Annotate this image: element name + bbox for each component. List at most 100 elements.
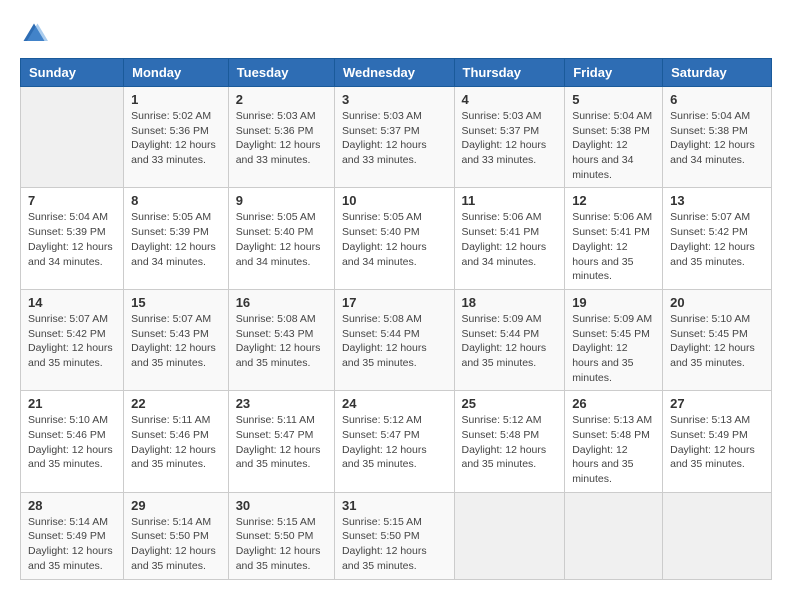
day-number: 30 [236, 498, 327, 513]
day-info: Sunrise: 5:04 AMSunset: 5:39 PMDaylight:… [28, 210, 116, 269]
calendar-cell: 6 Sunrise: 5:04 AMSunset: 5:38 PMDaylight… [663, 87, 772, 188]
logo [20, 20, 52, 48]
day-info: Sunrise: 5:11 AMSunset: 5:46 PMDaylight:… [131, 413, 221, 472]
day-info: Sunrise: 5:12 AMSunset: 5:48 PMDaylight:… [462, 413, 558, 472]
day-number: 10 [342, 193, 447, 208]
day-number: 3 [342, 92, 447, 107]
day-info: Sunrise: 5:05 AMSunset: 5:39 PMDaylight:… [131, 210, 221, 269]
day-info: Sunrise: 5:14 AMSunset: 5:49 PMDaylight:… [28, 515, 116, 574]
day-number: 17 [342, 295, 447, 310]
day-info: Sunrise: 5:03 AMSunset: 5:36 PMDaylight:… [236, 109, 327, 168]
day-number: 13 [670, 193, 764, 208]
calendar-cell: 2Sunrise: 5:03 AMSunset: 5:36 PMDaylight… [228, 87, 334, 188]
day-info: Sunrise: 5:12 AMSunset: 5:47 PMDaylight:… [342, 413, 447, 472]
calendar-cell: 11 Sunrise: 5:06 AMSunset: 5:41 PMDayligh… [454, 188, 565, 289]
day-info: Sunrise: 5:13 AMSunset: 5:48 PMDaylight:… [572, 413, 655, 486]
header-thursday: Thursday [454, 59, 565, 87]
day-info: Sunrise: 5:15 AMSunset: 5:50 PMDaylight:… [236, 515, 327, 574]
day-info: Sunrise: 5:07 AMSunset: 5:43 PMDaylight:… [131, 312, 221, 371]
calendar-cell: 7 Sunrise: 5:04 AMSunset: 5:39 PMDaylight… [21, 188, 124, 289]
calendar-cell [454, 492, 565, 579]
day-info: Sunrise: 5:07 AMSunset: 5:42 PMDaylight:… [28, 312, 116, 371]
day-number: 31 [342, 498, 447, 513]
calendar-cell [565, 492, 663, 579]
calendar-cell: 20Sunrise: 5:10 AMSunset: 5:45 PMDayligh… [663, 289, 772, 390]
day-info: Sunrise: 5:08 AMSunset: 5:43 PMDaylight:… [236, 312, 327, 371]
day-number: 9 [236, 193, 327, 208]
calendar-cell: 19 Sunrise: 5:09 AMSunset: 5:45 PMDayligh… [565, 289, 663, 390]
day-number: 15 [131, 295, 221, 310]
day-info: Sunrise: 5:14 AMSunset: 5:50 PMDaylight:… [131, 515, 221, 574]
day-info: Sunrise: 5:05 AMSunset: 5:40 PMDaylight:… [342, 210, 447, 269]
calendar-cell: 9 Sunrise: 5:05 AMSunset: 5:40 PMDaylight… [228, 188, 334, 289]
day-number: 11 [462, 193, 558, 208]
calendar-cell: 4 Sunrise: 5:03 AMSunset: 5:37 PMDaylight… [454, 87, 565, 188]
day-number: 25 [462, 396, 558, 411]
day-info: Sunrise: 5:03 AMSunset: 5:37 PMDaylight:… [462, 109, 558, 168]
logo-icon [20, 20, 48, 48]
day-info: Sunrise: 5:02 AMSunset: 5:36 PMDaylight:… [131, 109, 221, 168]
day-number: 6 [670, 92, 764, 107]
day-number: 24 [342, 396, 447, 411]
day-info: Sunrise: 5:06 AMSunset: 5:41 PMDaylight:… [462, 210, 558, 269]
day-number: 16 [236, 295, 327, 310]
calendar-cell: 23Sunrise: 5:11 AMSunset: 5:47 PMDayligh… [228, 391, 334, 492]
day-number: 29 [131, 498, 221, 513]
calendar-cell: 21Sunrise: 5:10 AMSunset: 5:46 PMDayligh… [21, 391, 124, 492]
week-row-4: 21Sunrise: 5:10 AMSunset: 5:46 PMDayligh… [21, 391, 772, 492]
day-number: 8 [131, 193, 221, 208]
day-number: 19 [572, 295, 655, 310]
calendar-table: SundayMondayTuesdayWednesdayThursdayFrid… [20, 58, 772, 580]
calendar-cell: 13 Sunrise: 5:07 AMSunset: 5:42 PMDayligh… [663, 188, 772, 289]
header-friday: Friday [565, 59, 663, 87]
day-info: Sunrise: 5:06 AMSunset: 5:41 PMDaylight:… [572, 210, 655, 283]
day-info: Sunrise: 5:05 AMSunset: 5:40 PMDaylight:… [236, 210, 327, 269]
day-info: Sunrise: 5:13 AMSunset: 5:49 PMDaylight:… [670, 413, 764, 472]
day-info: Sunrise: 5:08 AMSunset: 5:44 PMDaylight:… [342, 312, 447, 371]
day-info: Sunrise: 5:11 AMSunset: 5:47 PMDaylight:… [236, 413, 327, 472]
calendar-cell: 15 Sunrise: 5:07 AMSunset: 5:43 PMDayligh… [124, 289, 229, 390]
header-saturday: Saturday [663, 59, 772, 87]
day-info: Sunrise: 5:09 AMSunset: 5:44 PMDaylight:… [462, 312, 558, 371]
week-row-5: 28Sunrise: 5:14 AMSunset: 5:49 PMDayligh… [21, 492, 772, 579]
calendar-header-row: SundayMondayTuesdayWednesdayThursdayFrid… [21, 59, 772, 87]
calendar-cell: 1 Sunrise: 5:02 AMSunset: 5:36 PMDaylight… [124, 87, 229, 188]
header [20, 20, 772, 48]
header-monday: Monday [124, 59, 229, 87]
header-tuesday: Tuesday [228, 59, 334, 87]
calendar-cell: 25 Sunrise: 5:12 AMSunset: 5:48 PMDayligh… [454, 391, 565, 492]
calendar-cell: 22 Sunrise: 5:11 AMSunset: 5:46 PMDayligh… [124, 391, 229, 492]
day-number: 5 [572, 92, 655, 107]
calendar-cell: 24 Sunrise: 5:12 AMSunset: 5:47 PMDayligh… [334, 391, 454, 492]
calendar-cell: 27Sunrise: 5:13 AMSunset: 5:49 PMDayligh… [663, 391, 772, 492]
day-info: Sunrise: 5:04 AMSunset: 5:38 PMDaylight:… [572, 109, 655, 182]
day-number: 7 [28, 193, 116, 208]
calendar-cell: 14 Sunrise: 5:07 AMSunset: 5:42 PMDayligh… [21, 289, 124, 390]
day-info: Sunrise: 5:10 AMSunset: 5:46 PMDaylight:… [28, 413, 116, 472]
week-row-1: 1 Sunrise: 5:02 AMSunset: 5:36 PMDaylight… [21, 87, 772, 188]
calendar-cell: 12 Sunrise: 5:06 AMSunset: 5:41 PMDayligh… [565, 188, 663, 289]
day-number: 1 [131, 92, 221, 107]
calendar-cell [21, 87, 124, 188]
calendar-cell: 28Sunrise: 5:14 AMSunset: 5:49 PMDayligh… [21, 492, 124, 579]
day-number: 26 [572, 396, 655, 411]
day-info: Sunrise: 5:09 AMSunset: 5:45 PMDaylight:… [572, 312, 655, 385]
day-number: 22 [131, 396, 221, 411]
day-info: Sunrise: 5:04 AMSunset: 5:38 PMDaylight:… [670, 109, 764, 168]
day-info: Sunrise: 5:15 AMSunset: 5:50 PMDaylight:… [342, 515, 447, 574]
day-info: Sunrise: 5:07 AMSunset: 5:42 PMDaylight:… [670, 210, 764, 269]
day-number: 4 [462, 92, 558, 107]
calendar-cell: 18Sunrise: 5:09 AMSunset: 5:44 PMDayligh… [454, 289, 565, 390]
day-number: 14 [28, 295, 116, 310]
calendar-cell: 8 Sunrise: 5:05 AMSunset: 5:39 PMDaylight… [124, 188, 229, 289]
calendar-cell: 31 Sunrise: 5:15 AMSunset: 5:50 PMDayligh… [334, 492, 454, 579]
calendar-cell: 10 Sunrise: 5:05 AMSunset: 5:40 PMDayligh… [334, 188, 454, 289]
calendar-cell: 16 Sunrise: 5:08 AMSunset: 5:43 PMDayligh… [228, 289, 334, 390]
calendar-cell [663, 492, 772, 579]
week-row-2: 7 Sunrise: 5:04 AMSunset: 5:39 PMDaylight… [21, 188, 772, 289]
calendar-cell: 5 Sunrise: 5:04 AMSunset: 5:38 PMDaylight… [565, 87, 663, 188]
header-wednesday: Wednesday [334, 59, 454, 87]
day-number: 12 [572, 193, 655, 208]
calendar-cell: 26 Sunrise: 5:13 AMSunset: 5:48 PMDayligh… [565, 391, 663, 492]
day-number: 20 [670, 295, 764, 310]
